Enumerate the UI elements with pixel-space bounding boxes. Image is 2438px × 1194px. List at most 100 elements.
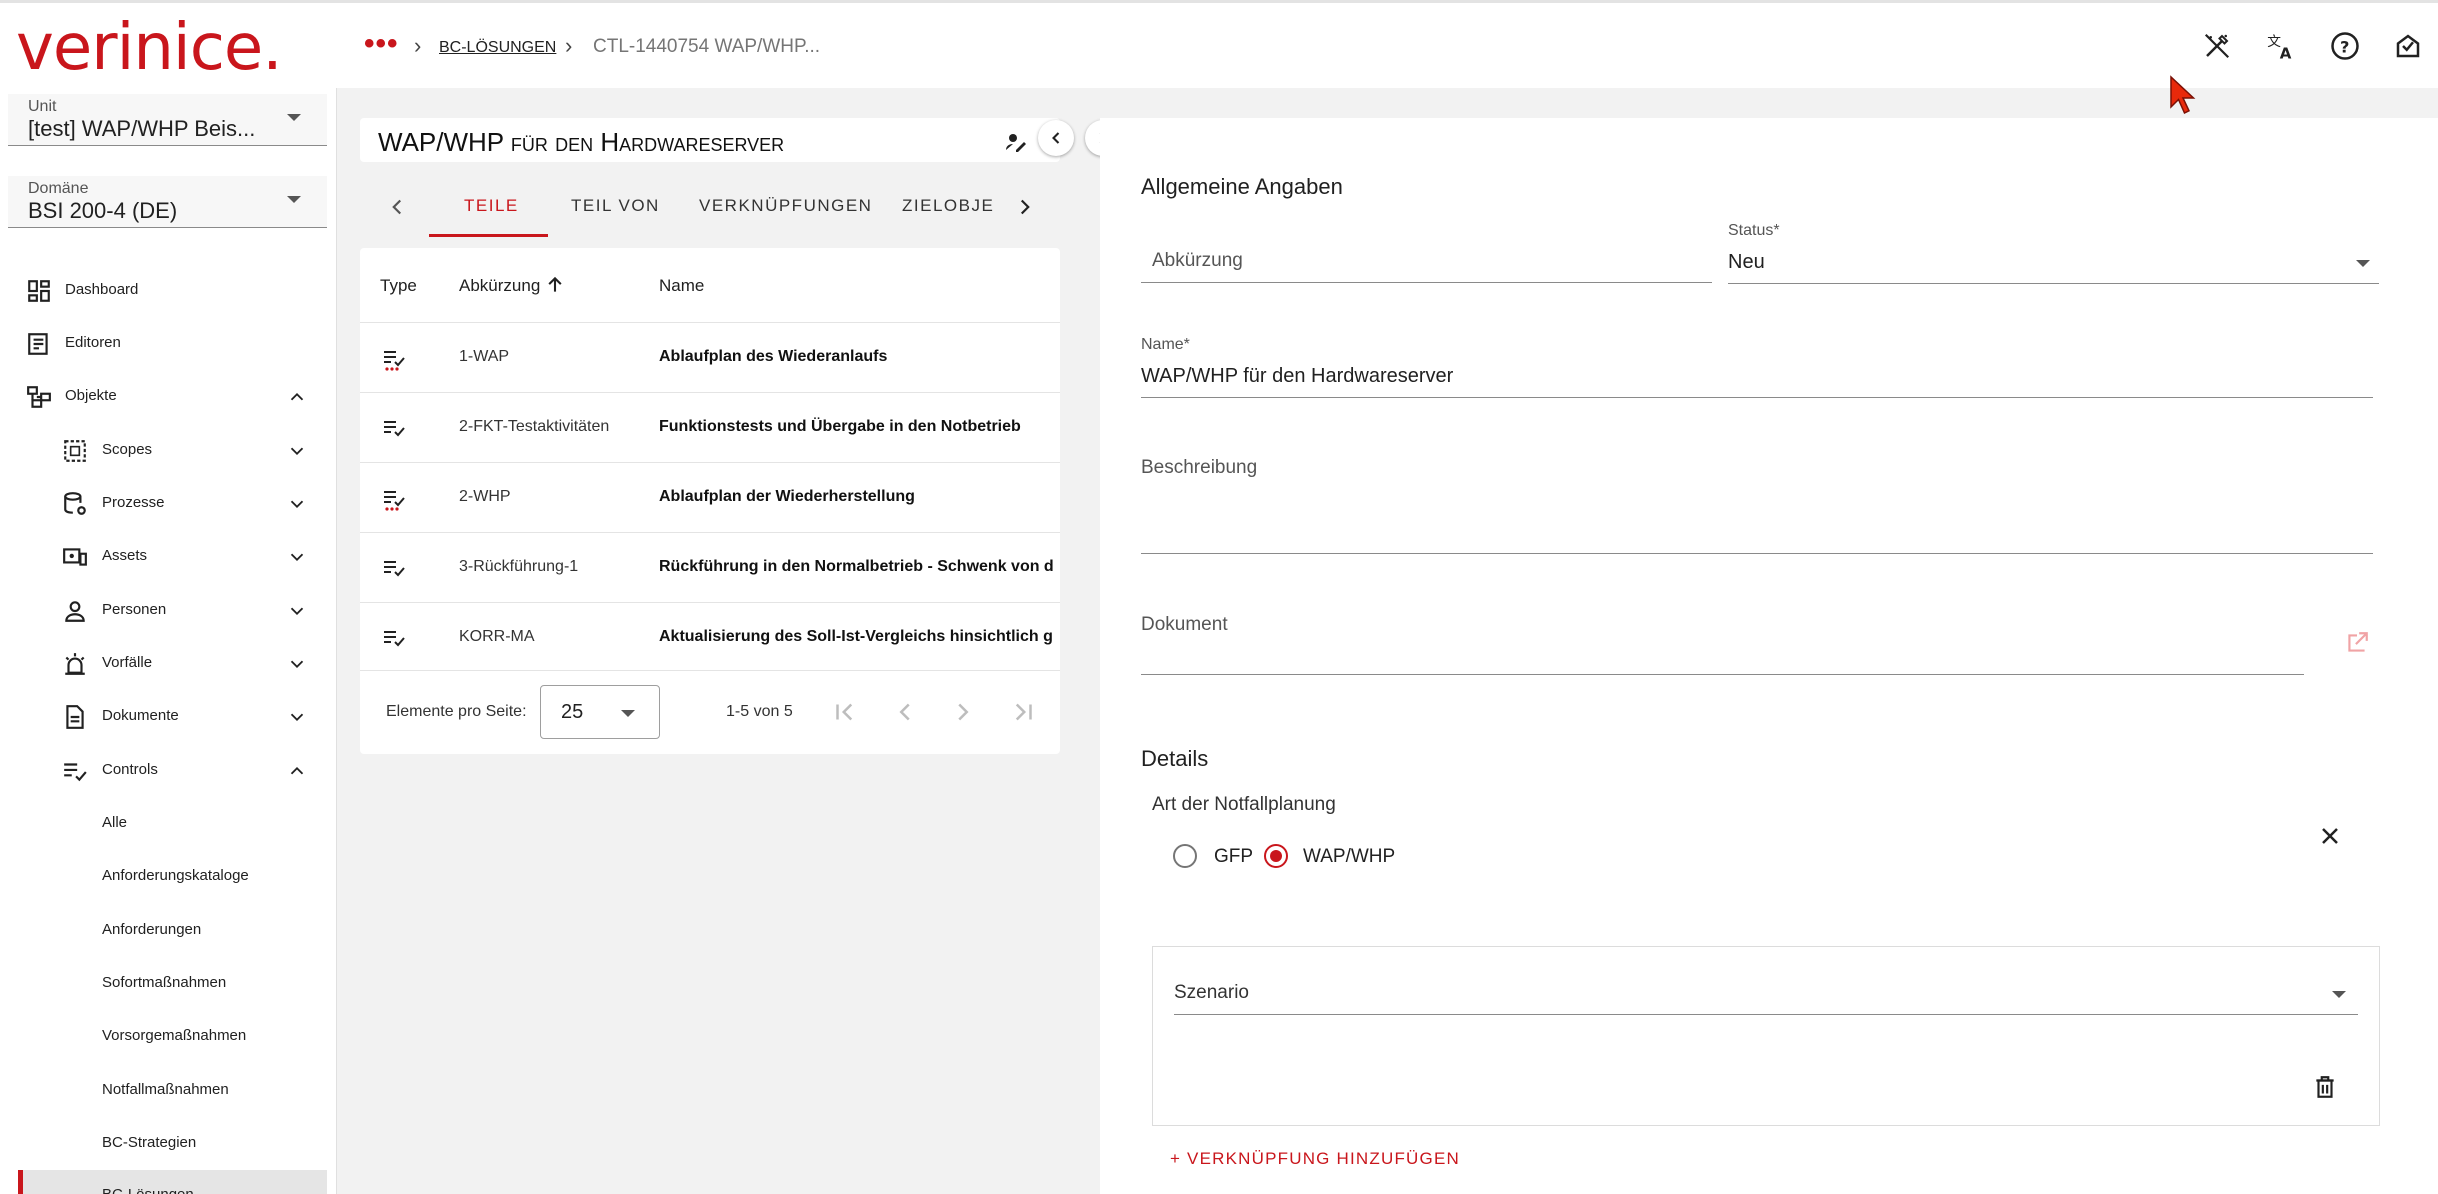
sidebar-item-controls[interactable]: Controls <box>0 750 337 790</box>
sidebar-item-bc-strategien[interactable]: BC-Strategien <box>0 1123 337 1163</box>
table-row[interactable]: 3-Rückführung-1 Rückführung in den Norma… <box>360 532 1060 602</box>
active-indicator <box>18 1170 23 1194</box>
document-icon <box>66 705 84 729</box>
auto-fix-off-icon[interactable] <box>2202 31 2232 61</box>
tab-scroll-right-icon[interactable] <box>1012 194 1038 220</box>
scenario-label: Szenario <box>1174 982 1249 1003</box>
sidebar-item-label: Vorfälle <box>102 654 153 671</box>
unit-select[interactable]: Unit [test] WAP/WHP Beis... <box>8 94 327 146</box>
top-bar: verinice. ••• › BC-Lösungen › CTL-144075… <box>0 0 2438 88</box>
chevron-down-icon <box>2332 991 2346 998</box>
sidebar-item-label: Anforderungen <box>102 921 202 938</box>
sidebar-item-sofortmassnahmen[interactable]: Sofortmaßnahmen <box>0 963 337 1003</box>
status-select[interactable] <box>1728 283 2379 284</box>
radio-gfp-label: GFP <box>1214 846 1254 867</box>
tab-teile[interactable]: Teile <box>464 196 519 216</box>
description-field[interactable] <box>1141 553 2373 554</box>
name-field[interactable]: WAP/WHP für den Hardwareserver <box>1141 365 1453 388</box>
sidebar-item-prozesse[interactable]: Prozesse <box>0 483 337 523</box>
person-icon <box>65 601 85 622</box>
chevron-down-icon <box>290 447 304 456</box>
objects-icon <box>27 386 51 408</box>
name-field-underline <box>1141 397 2373 398</box>
row-name: Ablaufplan der Wiederherstellung <box>659 488 915 505</box>
domain-select[interactable]: Domäne BSI 200-4 (DE) <box>8 176 327 228</box>
table-row[interactable]: 2-WHP Ablaufplan der Wiederherstellung <box>360 462 1060 532</box>
chevron-down-icon <box>290 607 304 616</box>
radio-gfp[interactable] <box>1173 844 1197 868</box>
sidebar-item-dokumente[interactable]: Dokumente <box>0 696 337 736</box>
sidebar-item-dashboard[interactable]: Dashboard <box>0 270 337 310</box>
sidebar-item-personen[interactable]: Personen <box>0 590 337 630</box>
sidebar-item-label: Dashboard <box>65 281 139 298</box>
document-field[interactable] <box>1141 674 2304 675</box>
sidebar-item-notfallmassnahmen[interactable]: Notfallmaßnahmen <box>0 1070 337 1110</box>
sidebar-item-vorfaelle[interactable]: Vorfälle <box>0 643 337 683</box>
name-label: Name* <box>1141 336 1190 353</box>
collapse-left-button[interactable] <box>1038 120 1074 156</box>
breadcrumb-link-bc-loesungen[interactable]: BC-Lösungen <box>439 36 556 57</box>
verinice-logo[interactable]: verinice. <box>16 11 283 85</box>
chevron-up-icon <box>290 392 304 401</box>
row-name: Aktualisierung des Soll-Ist-Vergleichs h… <box>659 628 1053 645</box>
sidebar-item-label: Controls <box>102 761 158 778</box>
sidebar-item-bc-loesungen[interactable]: BC-Lösungen <box>18 1170 327 1194</box>
column-header-type[interactable]: Type <box>380 276 417 296</box>
last-page-icon[interactable] <box>1008 697 1038 727</box>
asset-icon <box>63 548 87 566</box>
table-row[interactable]: KORR-MA Aktualisierung des Soll-Ist-Verg… <box>360 602 1060 672</box>
tab-teil-von[interactable]: Teil von <box>571 196 660 216</box>
breadcrumb-current: CTL-1440754 WAP/WHP... <box>593 36 821 57</box>
close-icon[interactable] <box>2318 824 2342 848</box>
previous-page-icon[interactable] <box>890 697 920 727</box>
chevron-up-icon <box>290 766 304 775</box>
row-abbreviation: 2-FKT-Testaktivitäten <box>459 418 610 435</box>
tab-verknuepfungen[interactable]: Verknüpfungen <box>699 196 872 216</box>
radio-wap-whp[interactable] <box>1264 844 1288 868</box>
items-per-page-select[interactable]: 25 <box>540 685 660 739</box>
sidebar-item-assets[interactable]: Assets <box>0 536 337 576</box>
open-external-icon[interactable] <box>2344 630 2370 656</box>
abbreviation-field-placeholder[interactable]: Abkürzung <box>1152 250 1243 272</box>
chevron-down-icon <box>290 553 304 562</box>
sidebar-item-objekte[interactable]: Objekte <box>0 376 337 416</box>
row-name: Ablaufplan des Wiederanlaufs <box>659 348 888 365</box>
sidebar-item-anforderungen[interactable]: Anforderungen <box>0 910 337 950</box>
sidebar-item-anforderungskataloge[interactable]: Anforderungskataloge <box>0 856 337 896</box>
tab-zielobjekte[interactable]: Zielobje <box>902 196 994 216</box>
translate-icon[interactable]: 文A <box>2266 31 2296 61</box>
table-row[interactable]: 1-WAP Ablaufplan des Wiederanlaufs <box>360 322 1060 392</box>
column-header-abbreviation[interactable]: Abkürzung <box>459 276 562 296</box>
column-header-name[interactable]: Name <box>659 276 704 296</box>
breadcrumb-more-button[interactable]: ••• <box>364 27 399 61</box>
unit-value: [test] WAP/WHP Beis... <box>28 116 256 141</box>
sidebar-item-editoren[interactable]: Editoren <box>0 323 337 363</box>
next-page-icon[interactable] <box>948 697 978 727</box>
control-status-red-icon <box>384 351 405 371</box>
control-icon <box>384 421 405 437</box>
first-page-icon[interactable] <box>830 697 860 727</box>
sidebar-item-label: Anforderungskataloge <box>102 867 249 884</box>
sidebar-item-alle[interactable]: Alle <box>0 803 337 843</box>
help-icon[interactable]: ? <box>2330 31 2360 61</box>
row-abbreviation: 1-WAP <box>459 348 510 365</box>
assign-person-icon[interactable] <box>1004 130 1028 154</box>
tab-scroll-left-icon[interactable] <box>384 194 410 220</box>
sidebar-item-vorsorgemassnahmen[interactable]: Vorsorgemaßnahmen <box>0 1016 337 1056</box>
delete-icon[interactable] <box>2312 1074 2338 1100</box>
table-row[interactable]: 2-FKT-Testaktivitäten Funktionstests und… <box>360 392 1060 462</box>
status-value[interactable]: Neu <box>1728 251 1765 274</box>
chevron-down-icon <box>287 114 301 121</box>
abbreviation-field[interactable] <box>1141 282 1712 283</box>
sidebar-item-scopes[interactable]: Scopes <box>0 430 337 470</box>
scenario-select[interactable] <box>1174 1014 2358 1015</box>
paginator: Elemente pro Seite: 25 1-5 von 5 <box>360 670 1060 754</box>
add-link-button[interactable]: + VERKNÜPFUNG HINZUFÜGEN <box>1170 1149 1460 1169</box>
inbox-icon[interactable] <box>2393 31 2423 61</box>
object-title: WAP/WHP für den Hardwareserver <box>378 127 785 157</box>
chevron-down-icon <box>2356 260 2370 267</box>
object-tabs: Teile Teil von Verknüpfungen Zielobje <box>360 176 1060 238</box>
chevron-left-icon <box>1052 132 1060 144</box>
breadcrumb-separator: › <box>565 33 573 58</box>
domain-label: Domäne <box>28 180 89 197</box>
